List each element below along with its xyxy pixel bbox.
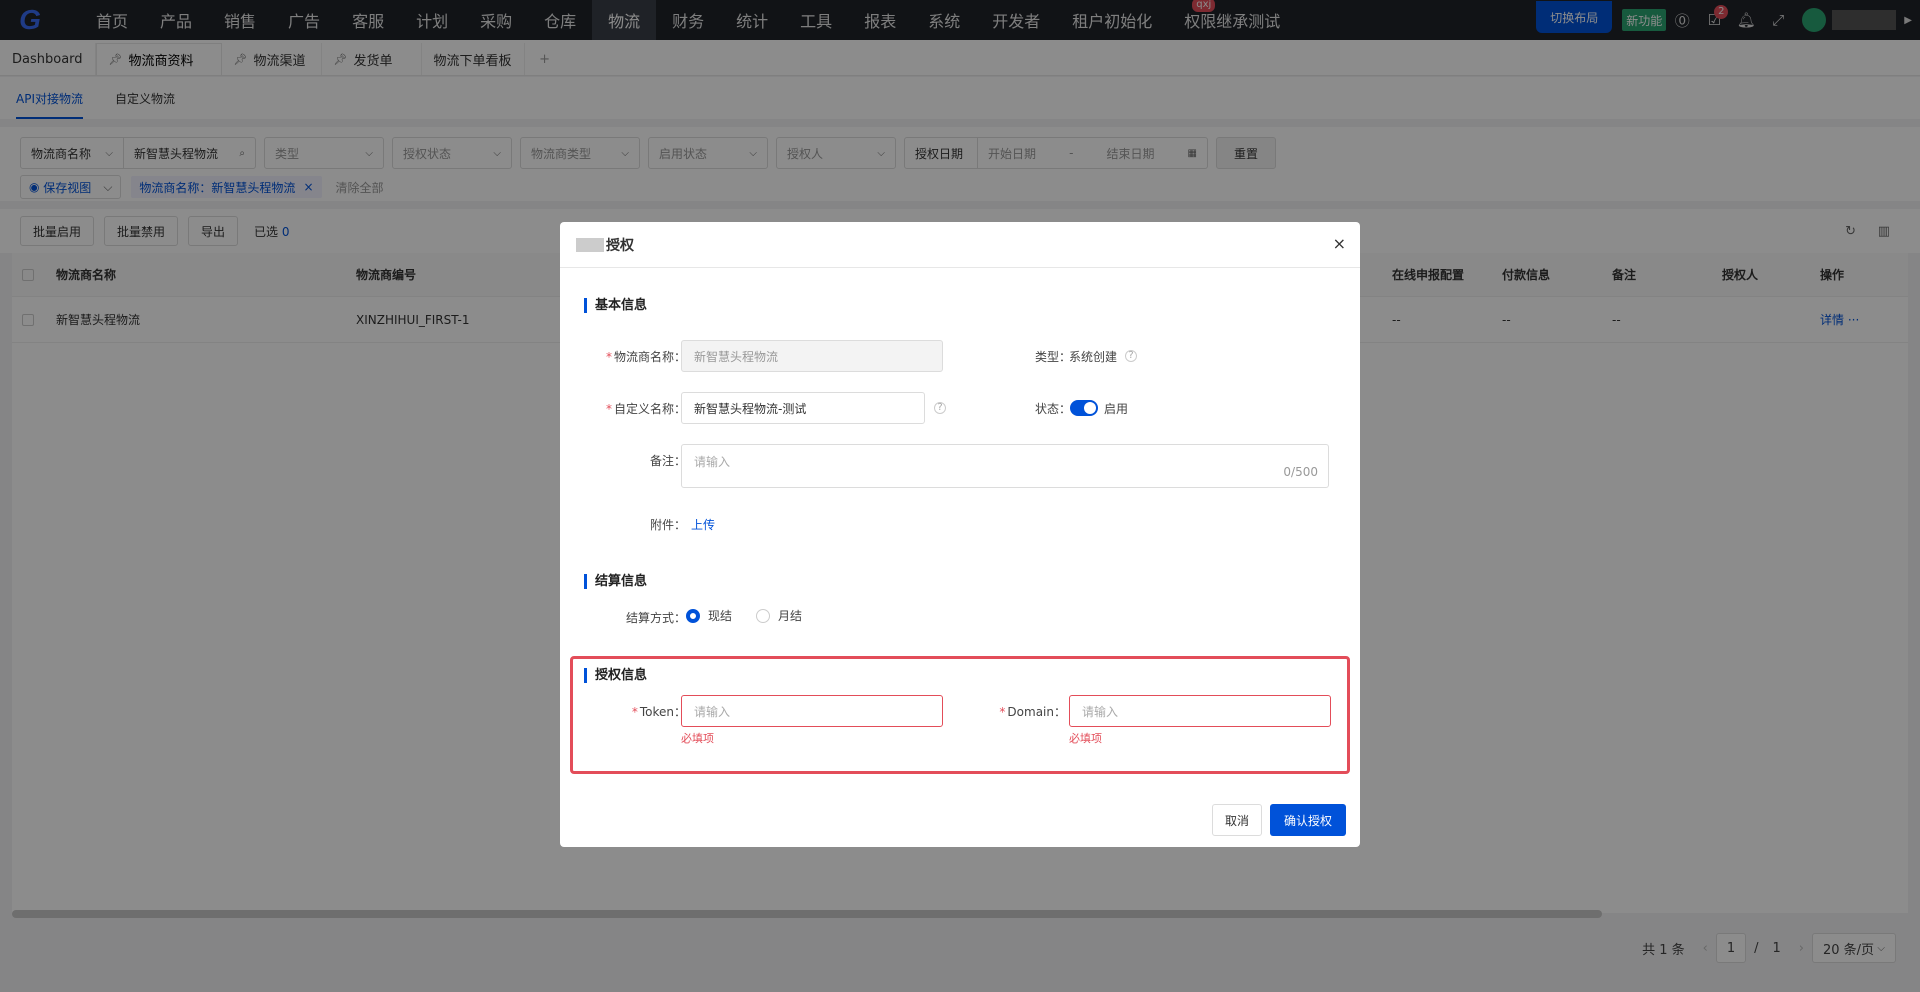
custom-name-input[interactable]: 新智慧头程物流-测试 bbox=[681, 392, 925, 424]
domain-input[interactable]: 请输入 bbox=[1069, 695, 1331, 727]
settlement-label: 结算方式： bbox=[625, 611, 686, 625]
confirm-authorize-button[interactable]: 确认授权 bbox=[1270, 804, 1347, 836]
cancel-button[interactable]: 取消 bbox=[1212, 804, 1263, 836]
help-icon[interactable]: ? bbox=[1125, 350, 1137, 362]
domain-error: 必填项 bbox=[1069, 732, 1102, 745]
token-error: 必填项 bbox=[681, 732, 714, 745]
remark-counter: 0/500 bbox=[1283, 465, 1318, 479]
status-label: 状态： bbox=[1034, 402, 1071, 416]
remark-placeholder: 请输入 bbox=[694, 455, 731, 469]
status-toggle[interactable] bbox=[1070, 400, 1098, 416]
radio-cash-settlement[interactable] bbox=[686, 609, 700, 623]
section-basic-info: 基本信息 bbox=[584, 298, 647, 313]
radio-monthly-settlement[interactable] bbox=[756, 609, 770, 623]
help-icon[interactable]: ? bbox=[934, 402, 946, 414]
provider-name-input[interactable]: 新智慧头程物流 bbox=[681, 340, 943, 372]
custom-name-label: * 自定义名称： bbox=[605, 402, 686, 416]
dialog-header: 授权 bbox=[560, 222, 1360, 268]
dialog-title: 授权 bbox=[606, 237, 634, 254]
section-auth-info: 授权信息 bbox=[584, 668, 647, 683]
type-value: 系统创建 bbox=[1069, 350, 1118, 364]
section-settlement-info: 结算信息 bbox=[584, 574, 647, 589]
token-label: * Token： bbox=[631, 705, 686, 719]
radio-cash-label: 现结 bbox=[708, 609, 733, 623]
provider-name-label: * 物流商名称： bbox=[605, 350, 686, 364]
status-value: 启用 bbox=[1104, 402, 1129, 416]
authorize-dialog: 授权 × 基本信息 * 物流商名称： 新智慧头程物流 类型： 系统创建 ? * 自定… bbox=[560, 222, 1360, 847]
radio-monthly-label: 月结 bbox=[778, 609, 803, 623]
attachment-label: 附件： bbox=[649, 518, 686, 532]
remark-label: 备注： bbox=[649, 454, 686, 468]
upload-link[interactable]: 上传 bbox=[691, 516, 715, 533]
domain-label: * Domain： bbox=[999, 705, 1066, 719]
title-redacted bbox=[576, 237, 604, 252]
remark-textarea[interactable]: 请输入 0/500 bbox=[681, 444, 1329, 488]
token-input[interactable]: 请输入 bbox=[681, 695, 943, 727]
type-label: 类型： bbox=[1034, 350, 1071, 364]
close-icon[interactable]: × bbox=[1333, 234, 1346, 253]
